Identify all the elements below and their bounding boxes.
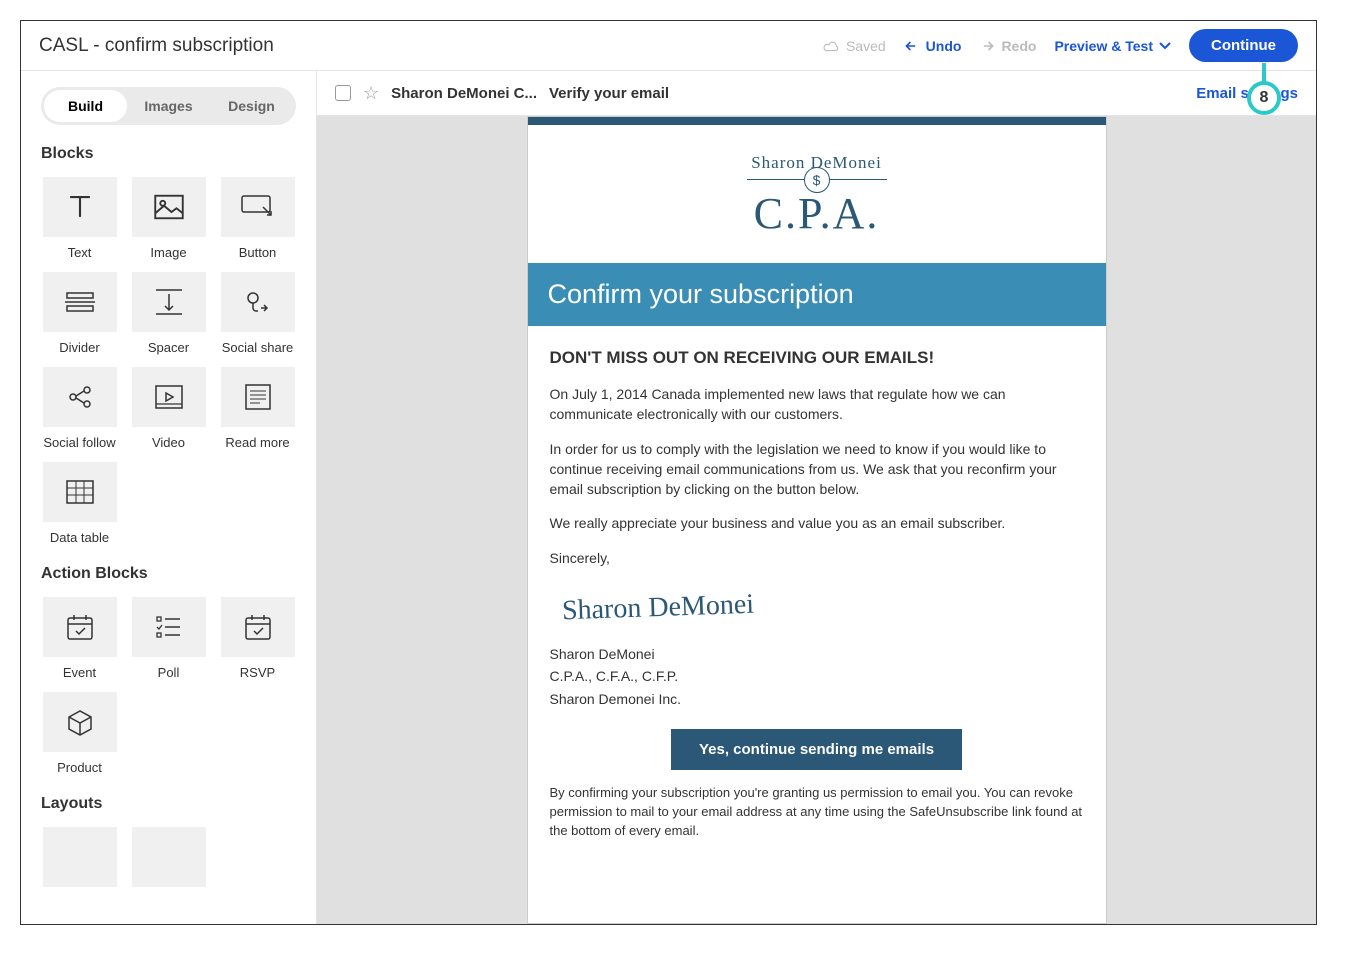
saved-indicator: Saved (822, 38, 886, 54)
tab-build[interactable]: Build (44, 90, 127, 122)
topbar: CASL - confirm subscription Saved Undo R… (21, 21, 1316, 71)
block-image[interactable]: Image (130, 177, 207, 260)
block-product[interactable]: Product (41, 692, 118, 775)
chevron-down-icon (1159, 42, 1171, 50)
layouts-header: Layouts (41, 795, 296, 813)
block-poll[interactable]: Poll (130, 597, 207, 680)
datatable-icon (43, 462, 117, 522)
email-body-text[interactable]: DON'T MISS OUT ON RECEIVING OUR EMAILS! … (528, 326, 1106, 877)
block-label: Poll (158, 665, 180, 680)
product-icon (43, 692, 117, 752)
block-label: Image (150, 245, 186, 260)
cloud-icon (822, 39, 840, 53)
block-socialshare[interactable]: Social share (219, 272, 296, 355)
canvas: ☆ Sharon DeMonei C... Verify your email … (317, 71, 1316, 924)
cta-button[interactable]: Yes, continue sending me emails (671, 729, 962, 770)
sidebar: Build Images Design Blocks Text Image Butt… (21, 71, 317, 924)
readmore-icon (221, 367, 295, 427)
block-event[interactable]: Event (41, 597, 118, 680)
sidebar-tabs: Build Images Design (41, 87, 296, 125)
spacer-icon (132, 272, 206, 332)
confirm-banner[interactable]: Confirm your subscription (528, 263, 1106, 326)
signature-image: Sharon DeMonei (561, 589, 754, 628)
text-icon (43, 177, 117, 237)
tab-images[interactable]: Images (127, 90, 210, 122)
video-icon (132, 367, 206, 427)
tab-design[interactable]: Design (210, 90, 293, 122)
canvas-body[interactable]: Sharon DeMonei $ C.P.A. Confirm your sub… (317, 116, 1316, 924)
block-label: Event (63, 665, 96, 680)
blocks-header: Blocks (41, 145, 296, 163)
layout-item[interactable] (130, 827, 207, 887)
block-label: Text (68, 245, 92, 260)
block-video[interactable]: Video (130, 367, 207, 450)
layout-item[interactable] (41, 827, 118, 887)
block-label: Divider (59, 340, 99, 355)
from-name[interactable]: Sharon DeMonei C... (391, 85, 537, 102)
socialshare-icon (221, 272, 295, 332)
block-label: Data table (50, 530, 109, 545)
image-icon (132, 177, 206, 237)
select-checkbox[interactable] (335, 85, 351, 101)
email-top-stripe (528, 117, 1106, 125)
block-divider[interactable]: Divider (41, 272, 118, 355)
socialfollow-icon (43, 367, 117, 427)
dollar-icon: $ (804, 167, 830, 193)
redo-button: Redo (979, 38, 1036, 54)
preview-test-button[interactable]: Preview & Test (1054, 38, 1171, 54)
block-socialfollow[interactable]: Social follow (41, 367, 118, 450)
block-datatable[interactable]: Data table (41, 462, 118, 545)
block-label: Video (152, 435, 185, 450)
email-preview[interactable]: Sharon DeMonei $ C.P.A. Confirm your sub… (527, 116, 1107, 924)
email-logo[interactable]: Sharon DeMonei $ C.P.A. (528, 125, 1106, 263)
block-rsvp[interactable]: RSVP (219, 597, 296, 680)
action-blocks-header: Action Blocks (41, 565, 296, 583)
block-label: Button (239, 245, 277, 260)
block-readmore[interactable]: Read more (219, 367, 296, 450)
block-label: Spacer (148, 340, 189, 355)
redo-icon (979, 39, 995, 53)
block-button[interactable]: Button (219, 177, 296, 260)
canvas-header: ☆ Sharon DeMonei C... Verify your email … (317, 71, 1316, 116)
block-label: Product (57, 760, 102, 775)
block-text[interactable]: Text (41, 177, 118, 260)
block-spacer[interactable]: Spacer (130, 272, 207, 355)
subject-line[interactable]: Verify your email (549, 85, 669, 102)
poll-icon (132, 597, 206, 657)
divider-icon (43, 272, 117, 332)
event-icon (43, 597, 117, 657)
rsvp-icon (221, 597, 295, 657)
undo-icon (904, 39, 920, 53)
star-icon[interactable]: ☆ (363, 83, 379, 104)
undo-button[interactable]: Undo (904, 38, 962, 54)
disclaimer-text: By confirming your subscription you're g… (550, 784, 1084, 841)
button-icon (221, 177, 295, 237)
block-label: Social share (222, 340, 294, 355)
block-label: RSVP (240, 665, 275, 680)
continue-button[interactable]: Continue (1189, 29, 1298, 62)
block-label: Social follow (43, 435, 115, 450)
block-label: Read more (225, 435, 289, 450)
annotation-badge: 8 (1247, 81, 1281, 115)
page-title: CASL - confirm subscription (39, 35, 822, 57)
